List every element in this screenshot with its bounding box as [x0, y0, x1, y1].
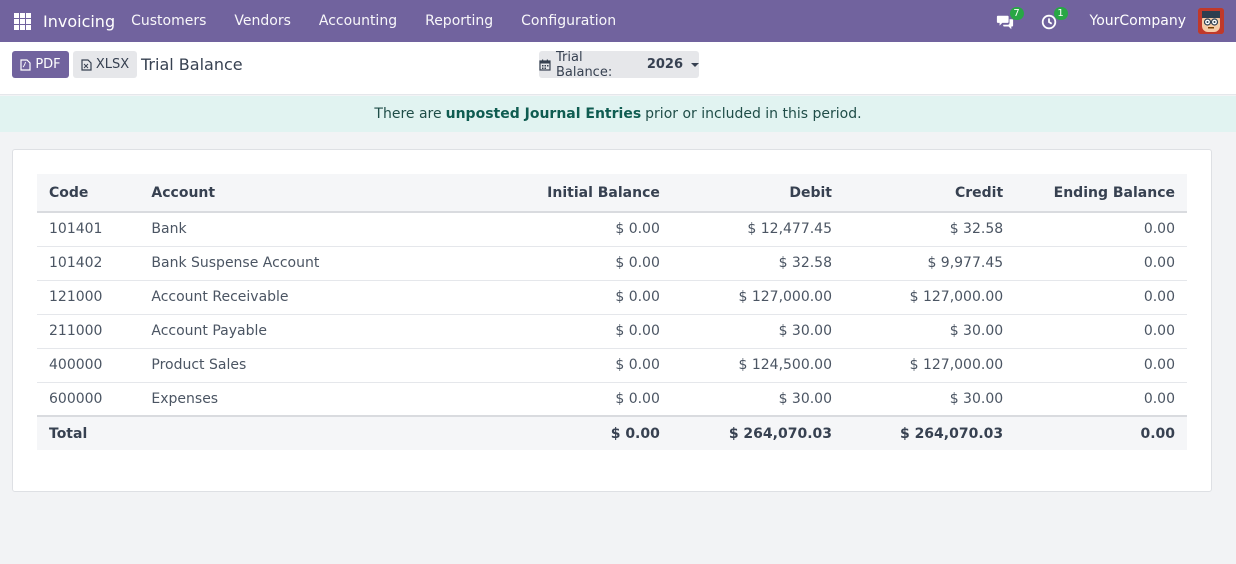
total-ending-balance: 0.00 [1015, 415, 1187, 450]
activities-count-badge: 1 [1053, 7, 1068, 20]
cell-debit: $ 124,500.00 [671, 348, 844, 383]
header-debit[interactable]: Debit [671, 174, 844, 213]
main-menu: Customers Vendors Accounting Reporting C… [131, 13, 630, 29]
period-value: 2026 [646, 57, 683, 72]
header-code[interactable]: Code [37, 174, 152, 213]
pdf-export-button[interactable]: PDF [12, 51, 69, 78]
cell-account: Expenses [151, 382, 469, 417]
cell-debit: $ 30.00 [671, 382, 844, 417]
header-credit[interactable]: Credit [844, 174, 1016, 213]
cell-code: 400000 [37, 348, 152, 383]
cell-initial-balance: $ 0.00 [468, 314, 672, 349]
table-row[interactable]: 101401 Bank $ 0.00 $ 12,477.45 $ 32.58 0… [37, 212, 1187, 247]
total-debit: $ 264,070.03 [671, 415, 844, 450]
alert-suffix: prior or included in this period. [645, 106, 862, 122]
cell-credit: $ 127,000.00 [844, 280, 1016, 315]
cell-code: 101402 [37, 246, 152, 281]
header-initial-balance[interactable]: Initial Balance [468, 174, 672, 213]
menu-vendors[interactable]: Vendors [220, 13, 304, 29]
table-header-row: Code Account Initial Balance Debit Credi… [37, 174, 1187, 213]
table-row[interactable]: 121000 Account Receivable $ 0.00 $ 127,0… [37, 280, 1187, 315]
cell-debit: $ 12,477.45 [671, 212, 844, 247]
table-row[interactable]: 101402 Bank Suspense Account $ 0.00 $ 32… [37, 246, 1187, 281]
cell-ending-balance: 0.00 [1015, 348, 1187, 383]
cell-initial-balance: $ 0.00 [468, 382, 672, 417]
total-credit: $ 264,070.03 [844, 415, 1016, 450]
cell-ending-balance: 0.00 [1015, 280, 1187, 315]
cell-code: 600000 [37, 382, 152, 417]
messages-button[interactable]: 7 [996, 7, 1024, 31]
cell-ending-balance: 0.00 [1015, 212, 1187, 247]
header-account[interactable]: Account [151, 174, 469, 213]
messages-count-badge: 7 [1009, 7, 1024, 20]
cell-initial-balance: $ 0.00 [468, 348, 672, 383]
cell-credit: $ 9,977.45 [844, 246, 1016, 281]
cell-ending-balance: 0.00 [1015, 382, 1187, 417]
cell-initial-balance: $ 0.00 [468, 280, 672, 315]
xlsx-export-button[interactable]: XLSX [73, 51, 137, 78]
top-navbar: Invoicing Customers Vendors Accounting R… [0, 0, 1236, 42]
table-row[interactable]: 211000 Account Payable $ 0.00 $ 30.00 $ … [37, 314, 1187, 349]
trial-balance-table: Code Account Initial Balance Debit Credi… [37, 174, 1187, 450]
menu-accounting[interactable]: Accounting [305, 13, 411, 29]
report-card: Code Account Initial Balance Debit Credi… [12, 149, 1212, 492]
user-avatar[interactable] [1198, 8, 1224, 34]
cell-credit: $ 32.58 [844, 212, 1016, 247]
cell-account: Account Receivable [151, 280, 469, 315]
calendar-icon [539, 59, 551, 71]
header-ending-balance[interactable]: Ending Balance [1015, 174, 1187, 213]
pdf-file-icon [20, 58, 31, 71]
avatar-face-icon [1198, 8, 1224, 34]
cell-initial-balance: $ 0.00 [468, 246, 672, 281]
page-title: Trial Balance [141, 55, 243, 74]
table-row[interactable]: 400000 Product Sales $ 0.00 $ 124,500.00… [37, 348, 1187, 383]
cell-credit: $ 30.00 [844, 382, 1016, 417]
control-panel: PDF XLSX Trial Balance Trial Balance: 20… [0, 42, 1236, 95]
menu-customers[interactable]: Customers [131, 13, 220, 29]
total-initial-balance: $ 0.00 [468, 415, 672, 450]
cell-account: Product Sales [151, 348, 469, 383]
cell-code: 121000 [37, 280, 152, 315]
cell-account: Bank Suspense Account [151, 246, 469, 281]
cell-initial-balance: $ 0.00 [468, 212, 672, 247]
period-filter-dropdown[interactable]: Trial Balance: 2026 [539, 49, 699, 80]
menu-reporting[interactable]: Reporting [411, 13, 507, 29]
period-label: Trial Balance: [555, 49, 613, 80]
total-row: Total $ 0.00 $ 264,070.03 $ 264,070.03 0… [37, 415, 1187, 450]
cell-credit: $ 30.00 [844, 314, 1016, 349]
cell-debit: $ 32.58 [671, 246, 844, 281]
cell-code: 211000 [37, 314, 152, 349]
cell-debit: $ 127,000.00 [671, 280, 844, 315]
alert-prefix: There are [374, 106, 442, 122]
company-switcher[interactable]: YourCompany [1090, 13, 1187, 29]
menu-configuration[interactable]: Configuration [507, 13, 630, 29]
unposted-entries-link[interactable]: unposted Journal Entries [446, 106, 642, 122]
cell-code: 101401 [37, 212, 152, 247]
systray: 7 1 YourCompany [996, 7, 1236, 34]
total-account-empty [151, 415, 469, 450]
cell-account: Bank [151, 212, 469, 247]
app-brand[interactable]: Invoicing [43, 12, 115, 31]
chevron-down-icon [691, 62, 699, 67]
cell-account: Account Payable [151, 314, 469, 349]
xlsx-label: XLSX [95, 57, 130, 72]
cell-debit: $ 30.00 [671, 314, 844, 349]
spreadsheet-file-icon [81, 58, 92, 71]
cell-ending-balance: 0.00 [1015, 246, 1187, 281]
unposted-entries-alert: There are unposted Journal Entries prior… [0, 96, 1236, 132]
apps-grid-icon[interactable] [14, 12, 31, 30]
cell-credit: $ 127,000.00 [844, 348, 1016, 383]
pdf-label: PDF [35, 57, 61, 72]
cell-ending-balance: 0.00 [1015, 314, 1187, 349]
table-row[interactable]: 600000 Expenses $ 0.00 $ 30.00 $ 30.00 0… [37, 382, 1187, 417]
activities-button[interactable]: 1 [1040, 7, 1068, 31]
total-label: Total [37, 415, 152, 450]
